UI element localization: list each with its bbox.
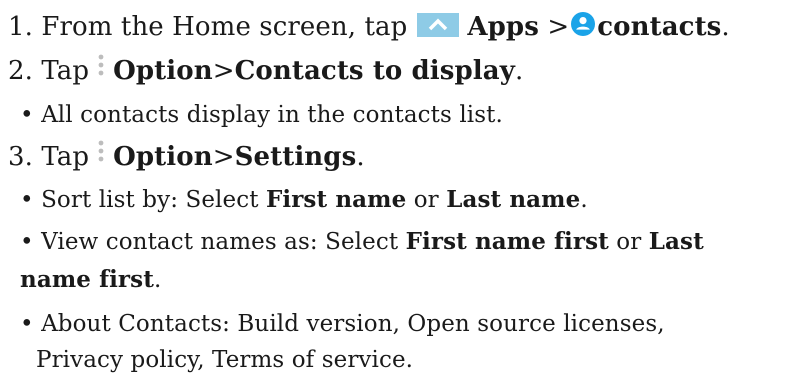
step-2-end: . (514, 56, 524, 86)
instructions-document: 1. From the Home screen, tap Apps > contac… (0, 0, 803, 392)
first-name-first-option: First name first (405, 228, 609, 255)
step-3-separator: > (212, 142, 235, 172)
view-bullet-continued: name first. (20, 264, 161, 296)
first-name-option: First name (265, 186, 407, 213)
step-1-text: 1. From the Home screen, tap (8, 12, 408, 42)
apps-icon (417, 13, 460, 37)
step-3-end: . (356, 142, 365, 172)
sort-bullet-end: . (580, 187, 588, 213)
more-vertical-icon (95, 53, 107, 79)
step-2: 2. Tap Option>Contacts to display. (8, 53, 524, 87)
last-name-first-option-start: Last (648, 228, 704, 255)
step-1-end: . (721, 12, 730, 42)
more-vertical-icon (95, 139, 107, 165)
step-3-text: 3. Tap (8, 142, 90, 172)
view-bullet-text: • View contact names as: Select (20, 229, 406, 255)
about-bullet-continued: Privacy policy, Terms of service. (36, 344, 413, 376)
step-2-text: 2. Tap (8, 56, 90, 86)
sort-bullet: • Sort list by: Select First name or Las… (20, 184, 588, 216)
about-bullet: • About Contacts: Build version, Open so… (20, 308, 665, 340)
view-bullet: • View contact names as: Select First na… (20, 226, 704, 258)
view-bullet-end: . (153, 267, 162, 293)
step-3: 3. Tap Option>Settings. (8, 139, 365, 173)
sort-bullet-or: or (406, 187, 447, 213)
contacts-to-display-label: Contacts to display (234, 56, 515, 86)
option-label: Option (113, 142, 213, 172)
view-bullet-or: or (608, 229, 649, 255)
contacts-label: contacts (597, 12, 722, 42)
about-bullet-line-1: • About Contacts: Build version, Open so… (20, 311, 665, 337)
contacts-icon (571, 12, 596, 36)
last-name-option: Last name (446, 186, 581, 213)
about-bullet-line-2: Privacy policy, Terms of service. (36, 347, 414, 373)
step-2-bullet: • All contacts display in the contacts l… (20, 99, 503, 131)
step-1-separator: > (538, 12, 570, 42)
option-label: Option (113, 56, 213, 86)
step-2-bullet-text: • All contacts display in the contacts l… (20, 102, 503, 128)
step-1: 1. From the Home screen, tap Apps > contac… (8, 11, 730, 43)
apps-label: Apps (467, 12, 539, 42)
sort-bullet-text: • Sort list by: Select (20, 187, 266, 213)
step-2-separator: > (212, 56, 235, 86)
settings-label: Settings (234, 142, 357, 172)
last-name-first-option-end: name first (20, 266, 154, 293)
